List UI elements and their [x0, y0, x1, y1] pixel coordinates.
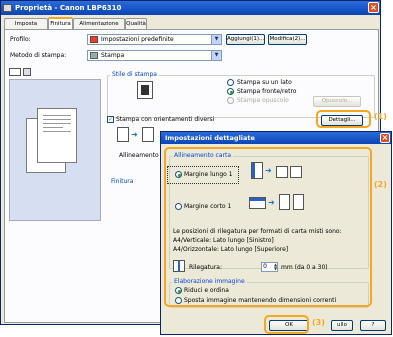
tab-qualita[interactable]: Qualità — [125, 18, 147, 29]
tab-imposta-pagina[interactable]: Imposta pagina — [4, 18, 48, 37]
mixed-orientation-label: Stampa con orientamenti diversi — [116, 116, 215, 123]
radio-one-side[interactable] — [227, 79, 234, 86]
orientation-page-icon — [142, 127, 154, 142]
tab-alimentazione-carta[interactable]: Alimentazione carta — [73, 18, 125, 37]
arrow-right-icon: ➜ — [131, 130, 138, 139]
callout-3-label: (3) — [312, 318, 325, 327]
help-button[interactable]: ? — [360, 320, 386, 331]
chevron-down-icon: ▼ — [211, 35, 221, 44]
print-method-select[interactable]: Stampa ▼ — [87, 50, 222, 61]
profile-value: Impostazioni predefinite — [101, 36, 174, 43]
callout-2-frame — [164, 147, 372, 307]
preview-page-front — [37, 108, 77, 163]
mixed-orientation-checkbox[interactable]: ✓ — [107, 116, 114, 123]
chevron-down-icon: ▼ — [211, 51, 221, 60]
finishing-label: Finitura — [111, 178, 134, 185]
callout-1-frame — [316, 110, 371, 128]
preview-settings-icon[interactable] — [23, 68, 31, 76]
orientation-page-icon — [117, 127, 129, 142]
print-method-label: Metodo di stampa: — [10, 52, 67, 59]
close-icon[interactable]: × — [368, 2, 379, 13]
profile-icon — [90, 36, 98, 43]
dialog-close-icon[interactable]: × — [380, 133, 390, 143]
printer-icon — [3, 4, 12, 12]
callout-3-frame — [264, 315, 309, 334]
profile-select[interactable]: Impostazioni predefinite ▼ — [87, 34, 222, 45]
option-duplex: Stampa fronte/retro — [237, 88, 297, 95]
tab-finitura[interactable]: Finitura — [48, 17, 73, 29]
radio-booklet[interactable] — [227, 97, 234, 104]
cancel-button[interactable]: ullo — [331, 320, 353, 331]
profile-label: Profilo: — [10, 36, 31, 43]
callout-1-label: (1) — [374, 112, 387, 121]
printer-small-icon — [90, 52, 98, 59]
option-booklet: Stampa opuscolo — [237, 97, 289, 104]
modify-profile-button[interactable]: Modifica(2)... — [268, 34, 307, 45]
window-titlebar: Proprietà - Canon LBP6310 — [1, 1, 380, 15]
booklet-button[interactable]: Opuscolo... — [313, 96, 361, 107]
print-style-title: Stile di stampa — [110, 71, 159, 78]
radio-duplex[interactable] — [227, 88, 234, 95]
window-title: Proprietà - Canon LBP6310 — [15, 4, 122, 12]
dialog-title: Impostazioni dettagliate — [165, 134, 255, 142]
add-profile-button[interactable]: Aggiungi(1)... — [226, 34, 265, 45]
preview-layout-icon[interactable] — [9, 68, 21, 76]
print-method-value: Stampa — [101, 52, 125, 59]
option-one-side: Stampa su un lato — [237, 79, 292, 86]
page-preview — [9, 79, 101, 221]
dialog-titlebar: Impostazioni dettagliate — [161, 132, 391, 144]
callout-2-label: (2) — [374, 180, 387, 189]
duplex-illustration-icon — [137, 81, 153, 99]
